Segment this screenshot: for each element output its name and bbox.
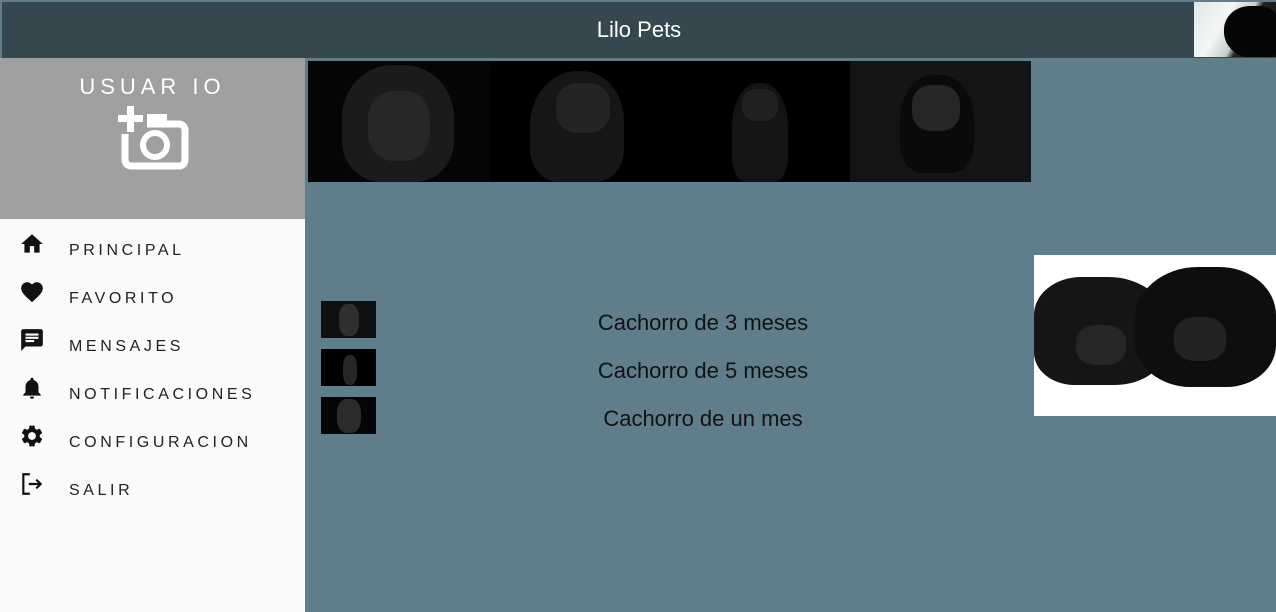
sidebar-item-favorito[interactable]: FAVORITO xyxy=(0,267,305,315)
list-item-label: Cachorro de 5 meses xyxy=(597,358,809,383)
sidebar: USUAR IO PRINCIPAL FAVORITO MENSAJES NOT… xyxy=(0,58,305,612)
sidebar-item-label: NOTIFICACIONES xyxy=(69,386,256,403)
sidebar-item-principal[interactable]: PRINCIPAL xyxy=(0,219,305,267)
puppy-banner xyxy=(308,61,1031,182)
sidebar-item-label: PRINCIPAL xyxy=(69,242,185,259)
add-photo-icon[interactable] xyxy=(117,104,189,172)
sidebar-item-label: MENSAJES xyxy=(69,338,185,355)
sidebar-menu: PRINCIPAL FAVORITO MENSAJES NOTIFICACION… xyxy=(0,219,305,507)
sidebar-item-label: FAVORITO xyxy=(69,290,178,307)
sidebar-item-notificaciones[interactable]: NOTIFICACIONES xyxy=(0,363,305,411)
sidebar-item-mensajes[interactable]: MENSAJES xyxy=(0,315,305,363)
gear-icon xyxy=(21,425,43,447)
sidebar-item-salir[interactable]: SALIR xyxy=(0,459,305,507)
logout-icon xyxy=(22,473,43,495)
sidebar-item-label: CONFIGURACION xyxy=(69,434,252,451)
bell-icon xyxy=(23,377,41,399)
list-item[interactable]: Cachorro de un mes xyxy=(321,397,1011,434)
puppy-thumbnail xyxy=(321,301,376,338)
home-icon xyxy=(21,234,43,253)
banner-photo-4 xyxy=(850,61,1031,182)
app-bar: Lilo Pets xyxy=(2,2,1276,58)
list-item[interactable]: Cachorro de 5 meses xyxy=(321,349,1011,386)
banner-photo-1 xyxy=(308,61,490,182)
puppy-thumbnail xyxy=(321,349,376,386)
puppy-thumbnail xyxy=(321,397,376,434)
list-item-label: Cachorro de un mes xyxy=(603,406,803,431)
banner-photo-2 xyxy=(490,61,670,182)
heart-icon xyxy=(21,282,43,303)
list-item[interactable]: Cachorro de 3 meses xyxy=(321,301,1011,338)
sidebar-item-configuracion[interactable]: CONFIGURACION xyxy=(0,411,305,459)
sidebar-item-label: SALIR xyxy=(69,482,134,499)
puppies-photo xyxy=(1034,255,1276,416)
user-panel: USUAR IO xyxy=(0,58,305,219)
profile-thumbnail[interactable] xyxy=(1194,2,1276,57)
list-item-label: Cachorro de 3 meses xyxy=(597,310,809,335)
app-title: Lilo Pets xyxy=(596,17,682,42)
banner-photo-3 xyxy=(670,61,850,182)
message-icon xyxy=(21,329,43,351)
user-label: USUAR IO xyxy=(79,74,226,99)
